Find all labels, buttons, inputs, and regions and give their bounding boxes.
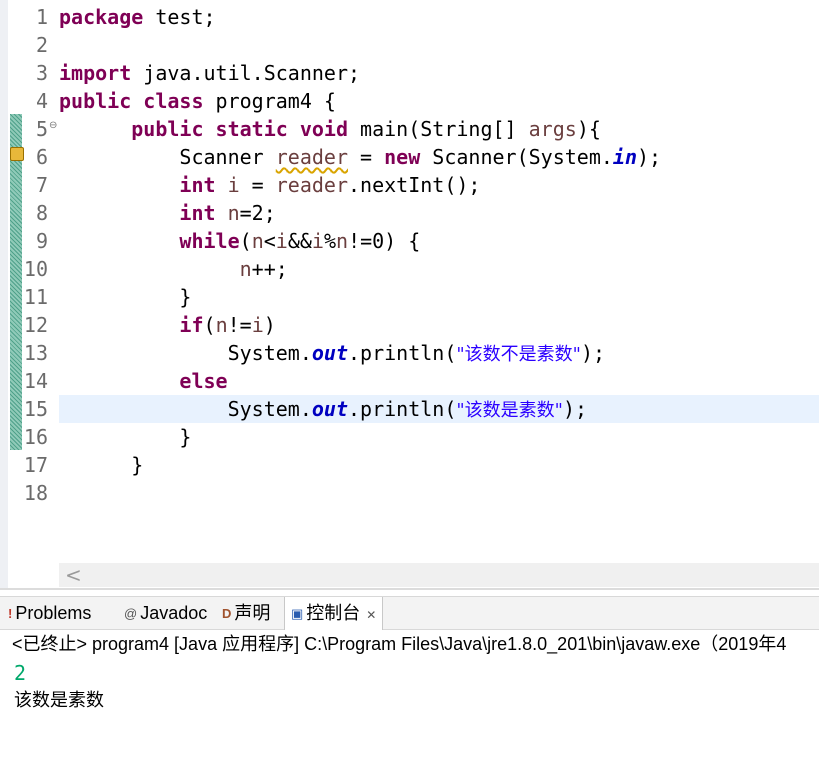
code-line: else bbox=[179, 369, 228, 393]
tab-javadoc[interactable]: @ Javadoc bbox=[124, 597, 207, 629]
close-icon[interactable]: ✕ bbox=[366, 608, 376, 622]
line-number: 4 bbox=[35, 89, 48, 113]
console-icon: ▣ bbox=[291, 606, 304, 622]
code-line: } bbox=[179, 425, 192, 449]
tab-console[interactable]: ▣ 控制台 ✕ bbox=[284, 597, 384, 630]
code-line: int n=2; bbox=[179, 201, 276, 225]
problems-icon: ! bbox=[8, 606, 13, 622]
line-number: 15 bbox=[23, 397, 48, 421]
line-number: 3 bbox=[35, 61, 48, 85]
code-line: import java.util.Scanner; bbox=[59, 61, 361, 85]
bottom-views-panel: ! Problems @ Javadoc D 声明 ▣ 控制台 ✕ <已终止> progr… bbox=[0, 596, 819, 762]
line-number: 9 bbox=[35, 229, 48, 253]
line-number-ruler: 1 2 3 4 5 6 7 8 9 10 11 12 13 14 15 16 1… bbox=[22, 0, 58, 560]
views-tab-bar: ! Problems @ Javadoc D 声明 ▣ 控制台 ✕ bbox=[0, 596, 819, 630]
collapse-fold-icon[interactable]: ⊖ bbox=[49, 120, 57, 131]
javadoc-at-icon: @ bbox=[124, 606, 138, 622]
line-number: 10 bbox=[23, 257, 48, 281]
current-code-line: System.out.println("该数是素数"); bbox=[59, 395, 819, 423]
line-number: 11 bbox=[23, 285, 48, 309]
code-line: if(n!=i) bbox=[179, 313, 276, 337]
code-line: n++; bbox=[239, 257, 288, 281]
code-line: package test; bbox=[59, 5, 216, 29]
change-ruler bbox=[10, 114, 22, 450]
line-number: 1 bbox=[35, 5, 48, 29]
line-number: 5 bbox=[35, 117, 48, 141]
line-number: 6 bbox=[35, 145, 48, 169]
line-number: 12 bbox=[23, 313, 48, 337]
tab-declaration[interactable]: D 声明 bbox=[222, 597, 270, 629]
line-number: 16 bbox=[23, 425, 48, 449]
editor-divider bbox=[0, 588, 819, 590]
editor-left-margin bbox=[0, 0, 8, 590]
unclosed-resource-warning: reader bbox=[275, 145, 348, 169]
code-line: System.out.println("该数不是素数"); bbox=[227, 341, 606, 365]
code-line: Scanner reader = new Scanner(System.in); bbox=[179, 145, 662, 169]
line-number: 7 bbox=[35, 173, 48, 197]
console-status-line: <已终止> program4 [Java 应用程序] C:\Program Fi… bbox=[12, 634, 787, 654]
line-number: 18 bbox=[23, 481, 48, 505]
code-line: int i = reader.nextInt(); bbox=[179, 173, 481, 197]
line-number: 2 bbox=[35, 33, 48, 57]
tab-problems[interactable]: ! Problems bbox=[8, 597, 91, 629]
line-number: 14 bbox=[23, 369, 48, 393]
declaration-icon: D bbox=[222, 606, 232, 622]
code-area[interactable]: package test; import java.util.Scanner; … bbox=[59, 0, 819, 560]
code-line: } bbox=[179, 285, 192, 309]
scroll-left-arrow-icon[interactable]: < bbox=[65, 563, 82, 587]
console-user-input: 2 bbox=[14, 661, 27, 685]
line-number: 17 bbox=[23, 453, 48, 477]
console-output-line: 该数是素数 bbox=[14, 690, 104, 711]
code-line: public class program4 { bbox=[59, 89, 336, 113]
horizontal-scrollbar[interactable]: < bbox=[59, 563, 819, 587]
line-number: 13 bbox=[23, 341, 48, 365]
code-line: while(n<i&&i%n!=0) { bbox=[179, 229, 421, 253]
code-line: public static void main(String[] args){ bbox=[131, 117, 601, 141]
code-line: } bbox=[131, 453, 144, 477]
line-number: 8 bbox=[35, 201, 48, 225]
code-editor[interactable]: 1 2 3 4 5 6 7 8 9 10 11 12 13 14 15 16 1… bbox=[0, 0, 819, 590]
